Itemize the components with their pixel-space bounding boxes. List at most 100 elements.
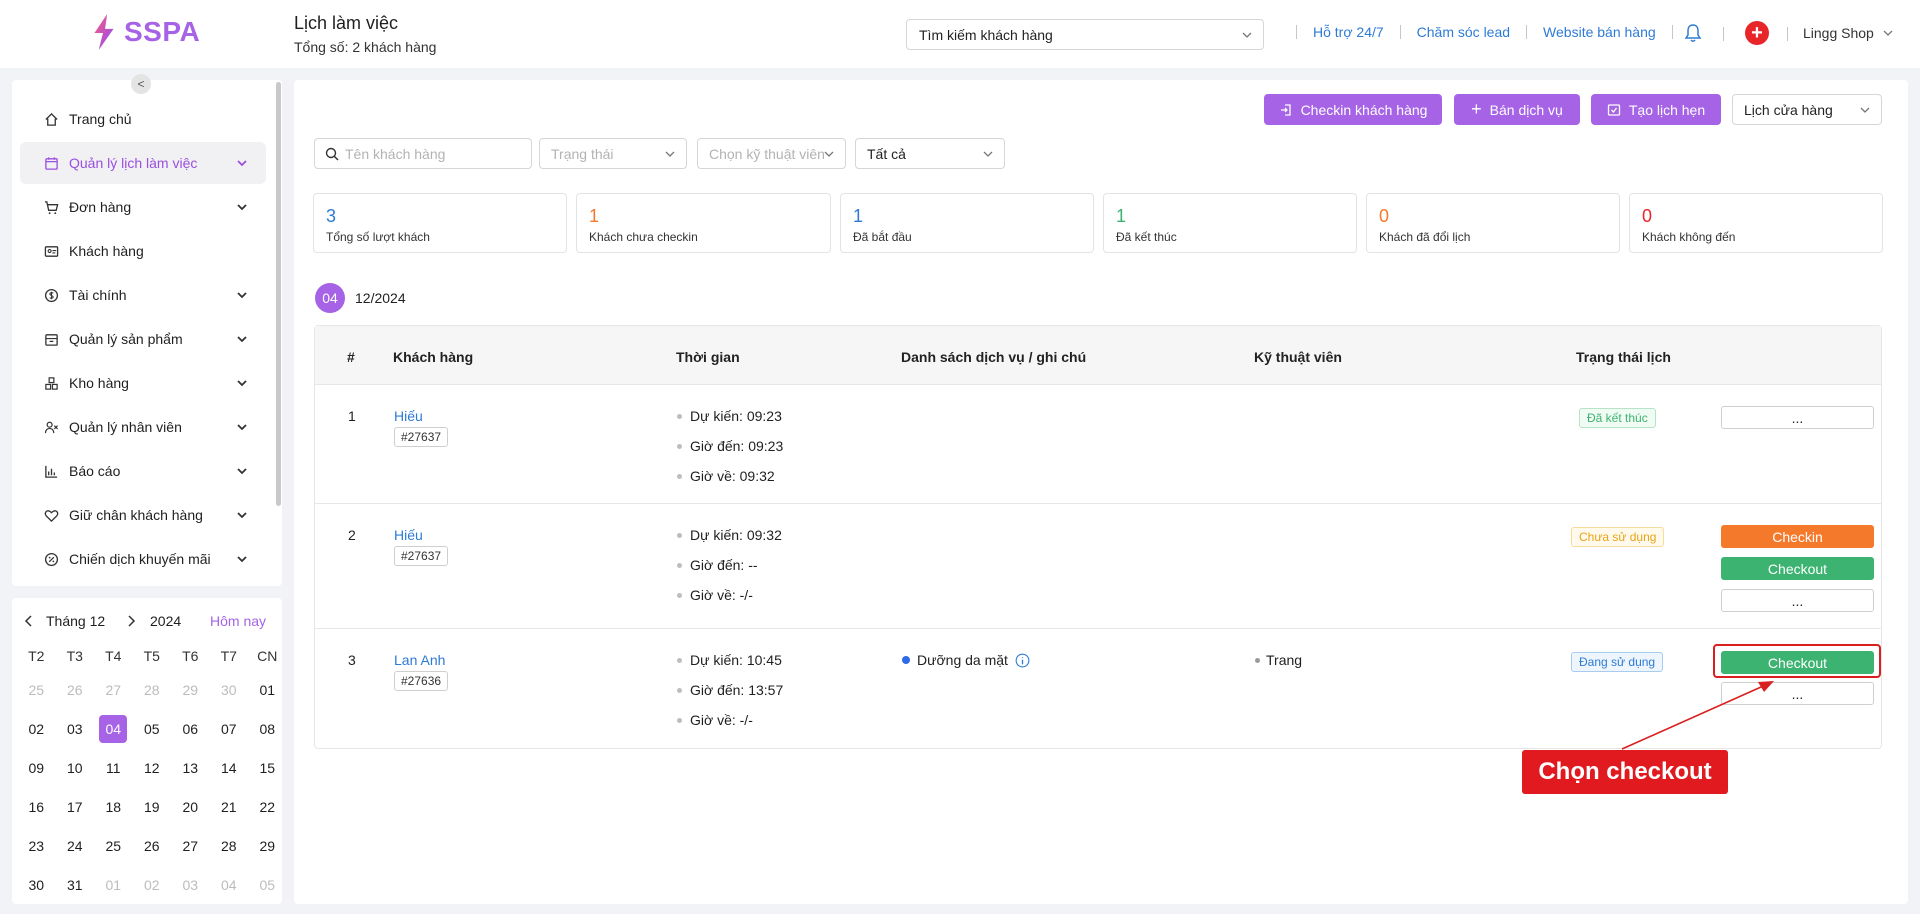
calendar-day[interactable]: 03	[171, 871, 210, 910]
calendar-day[interactable]: 22	[248, 793, 287, 832]
sidebar-item-staff[interactable]: Quản lý nhân viên	[20, 406, 266, 448]
customer-name-link[interactable]: Lan Anh	[394, 652, 445, 668]
sidebar-item-warehouse[interactable]: Kho hàng	[20, 362, 266, 404]
calendar-day[interactable]: 04	[210, 871, 249, 910]
plus-icon: +	[1471, 99, 1482, 119]
calendar-day[interactable]: 31	[56, 871, 95, 910]
calendar-day[interactable]: 17	[56, 793, 95, 832]
calendar-day[interactable]: 12	[133, 754, 172, 793]
sidebar-item-home[interactable]: Trang chủ	[20, 98, 266, 140]
calendar-day[interactable]: 25	[94, 832, 133, 871]
calendar-view-select[interactable]: Lịch cửa hàng	[1732, 94, 1882, 125]
shop-switcher[interactable]: Lingg Shop	[1803, 25, 1894, 41]
sidebar-item-finance[interactable]: Tài chính	[20, 274, 266, 316]
calendar-day[interactable]: 28	[133, 676, 172, 715]
sidebar-item-label: Quản lý lịch làm việc	[69, 155, 198, 171]
sidebar-item-reports[interactable]: Báo cáo	[20, 450, 266, 492]
sidebar-scrollbar[interactable]	[276, 82, 281, 506]
calendar-day[interactable]: 20	[171, 793, 210, 832]
expected-time: Dự kiến: 10:45	[690, 652, 782, 668]
sidebar-item-customers[interactable]: Khách hàng	[20, 230, 266, 272]
calendar-day[interactable]: 26	[56, 676, 95, 715]
weekday-label: T6	[182, 648, 199, 664]
checkin-customer-button[interactable]: Checkin khách hàng	[1264, 94, 1442, 125]
calendar-day[interactable]: 11	[94, 754, 133, 793]
checkin-button[interactable]: Checkin	[1721, 525, 1874, 548]
calendar-month[interactable]: Tháng 12	[46, 613, 105, 629]
more-actions-button[interactable]: ...	[1721, 589, 1874, 612]
calendar-day[interactable]: 05	[248, 871, 287, 910]
calendar-day[interactable]: 23	[17, 832, 56, 871]
calendar-day-selected[interactable]: 04	[94, 715, 133, 754]
brand-name: SSPA	[124, 16, 201, 47]
sidebar-item-orders[interactable]: Đơn hàng	[20, 186, 266, 228]
customer-name-link[interactable]: Hiếu	[394, 408, 423, 424]
sidebar-item-promotions[interactable]: Chiến dịch khuyến mãi	[20, 538, 266, 580]
calendar-day[interactable]: 07	[210, 715, 249, 754]
type-filter[interactable]: Tất cả	[855, 138, 1005, 169]
calendar-day[interactable]: 06	[171, 715, 210, 754]
calendar-day[interactable]: 15	[248, 754, 287, 793]
box-icon	[43, 331, 59, 347]
more-actions-button[interactable]: ...	[1721, 406, 1874, 429]
customer-name-search[interactable]: Tên khách hàng	[314, 138, 532, 169]
calendar-day[interactable]: 02	[133, 871, 172, 910]
technician-filter[interactable]: Chọn kỹ thuật viên	[697, 138, 846, 169]
create-appointment-button[interactable]: Tạo lịch hẹn	[1591, 94, 1721, 125]
calendar-day[interactable]: 18	[94, 793, 133, 832]
more-actions-button[interactable]: ...	[1721, 682, 1874, 705]
calendar-day[interactable]: 24	[56, 832, 95, 871]
checkout-button[interactable]: Checkout	[1721, 557, 1874, 580]
calendar-day[interactable]: 08	[248, 715, 287, 754]
calendar-day[interactable]: 03	[56, 715, 95, 754]
calendar-day[interactable]: 26	[133, 832, 172, 871]
calendar-day[interactable]: 01	[248, 676, 287, 715]
sidebar-item-label: Chiến dịch khuyến mãi	[69, 551, 211, 567]
calendar-day[interactable]: 01	[94, 871, 133, 910]
calendar-day[interactable]: 10	[56, 754, 95, 793]
info-icon[interactable]	[1015, 653, 1030, 668]
calendar-day[interactable]: 13	[171, 754, 210, 793]
quick-add-button[interactable]: +	[1745, 21, 1769, 45]
today-button[interactable]: Hôm nay	[210, 613, 266, 629]
chevron-left-icon[interactable]	[20, 612, 38, 630]
sidebar-item-schedule[interactable]: Quản lý lịch làm việc	[20, 142, 266, 184]
brand-logo[interactable]: SSPA	[92, 14, 200, 50]
sell-service-button[interactable]: + Bán dịch vụ	[1454, 94, 1580, 125]
sidebar-nav: Trang chủ Quản lý lịch làm việc Đơn hàng…	[20, 98, 266, 582]
sidebar-collapse-button[interactable]: <	[131, 74, 151, 94]
stat-label: Đã kết thúc	[1116, 230, 1177, 244]
chevron-right-icon[interactable]	[122, 612, 140, 630]
row-index: 3	[348, 652, 356, 668]
search-placeholder: Tên khách hàng	[345, 145, 446, 162]
calendar-day[interactable]: 29	[171, 676, 210, 715]
status-filter[interactable]: Trạng thái	[539, 138, 687, 169]
sales-website-link[interactable]: Website bán hàng	[1543, 24, 1656, 40]
arrival-time: Giờ đến: 09:23	[690, 438, 784, 454]
calendar-day[interactable]: 27	[171, 832, 210, 871]
calendar-day[interactable]: 27	[94, 676, 133, 715]
calendar-day[interactable]: 14	[210, 754, 249, 793]
calendar-day[interactable]: 05	[133, 715, 172, 754]
calendar-day[interactable]: 21	[210, 793, 249, 832]
calendar-day[interactable]: 30	[17, 871, 56, 910]
sidebar-item-retention[interactable]: Giữ chân khách hàng	[20, 494, 266, 536]
lead-care-link[interactable]: Chăm sóc lead	[1417, 24, 1510, 40]
calendar-day[interactable]: 28	[210, 832, 249, 871]
customer-name-link[interactable]: Hiếu	[394, 527, 423, 543]
calendar-day[interactable]: 09	[17, 754, 56, 793]
sidebar-item-products[interactable]: Quản lý sản phẩm	[20, 318, 266, 360]
calendar-year[interactable]: 2024	[150, 613, 181, 629]
customer-search-select[interactable]: Tìm kiếm khách hàng	[906, 19, 1264, 50]
calendar-day[interactable]: 25	[17, 676, 56, 715]
stat-total-visits: 3 Tổng số lượt khách	[313, 193, 567, 253]
calendar-day[interactable]: 30	[210, 676, 249, 715]
weekday-label: T7	[220, 648, 237, 664]
chevron-down-icon	[983, 151, 993, 157]
support-link[interactable]: Hỗ trợ 24/7	[1313, 24, 1384, 40]
calendar-day[interactable]: 02	[17, 715, 56, 754]
calendar-day[interactable]: 19	[133, 793, 172, 832]
calendar-day[interactable]: 16	[17, 793, 56, 832]
bell-icon[interactable]	[1682, 22, 1704, 44]
calendar-day[interactable]: 29	[248, 832, 287, 871]
